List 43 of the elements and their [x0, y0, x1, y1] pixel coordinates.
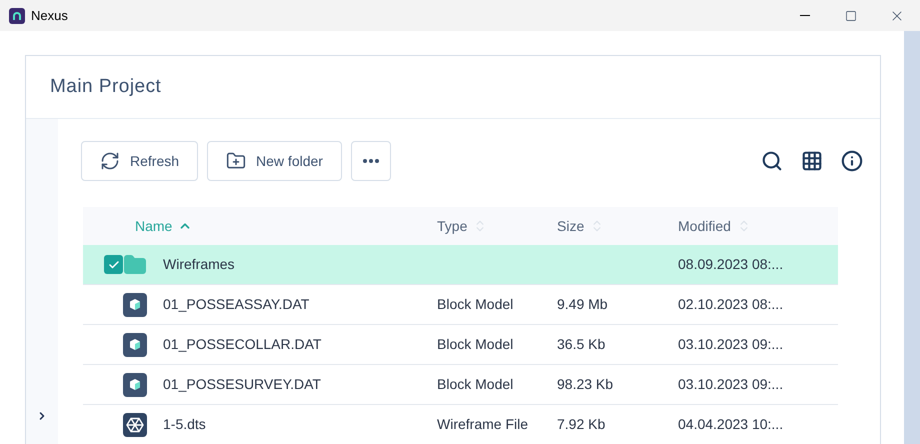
- table-cell: 9.49 Mb: [557, 296, 608, 312]
- window-title: Nexus: [31, 6, 68, 25]
- minimize-icon: [800, 15, 810, 16]
- table-cell: 7.92 Kb: [557, 416, 606, 432]
- file-name: 01_POSSECOLLAR.DAT: [163, 335, 322, 354]
- table-cell: 02.10.2023 08:...: [678, 296, 784, 312]
- refresh-icon: [100, 151, 120, 171]
- table-cell: Wireframe File: [437, 416, 528, 432]
- table-cell: 04.04.2023 10:...: [678, 416, 784, 432]
- more-icon: [362, 159, 379, 163]
- table-cell: 03.10.2023 09:...: [678, 336, 784, 352]
- grid-view-button[interactable]: [801, 150, 823, 172]
- cube-icon: [123, 372, 147, 396]
- file-name: 1-5.dts: [163, 415, 206, 434]
- table-cell: 08.09.2023 08:...: [678, 256, 784, 272]
- file-row[interactable]: Wireframes 08.09.2023 08:...: [83, 245, 838, 285]
- table-cell: 36.5 Kb: [557, 336, 606, 352]
- table-cell: 03.10.2023 09:...: [678, 376, 784, 392]
- file-name: 01_POSSESURVEY.DAT: [163, 375, 321, 394]
- table-cell: Block Model: [437, 336, 514, 352]
- folder-icon: [123, 252, 147, 276]
- table-cell: Block Model: [437, 296, 514, 312]
- column-header[interactable]: Modified: [678, 216, 837, 236]
- folder-plus-icon: [226, 151, 246, 171]
- cube-icon: [123, 292, 147, 316]
- project-title: Main Project: [50, 74, 162, 99]
- table-cell: 98.23 Kb: [557, 376, 614, 392]
- refresh-button[interactable]: Refresh: [81, 141, 198, 181]
- new-folder-button[interactable]: New folder: [207, 141, 342, 181]
- table-cell: Block Model: [437, 376, 514, 392]
- more-button[interactable]: [350, 141, 391, 181]
- wireframe-icon: [123, 412, 147, 436]
- file-name: 01_POSSEASSAY.DAT: [163, 295, 310, 314]
- maximize-icon: [845, 10, 857, 22]
- column-header[interactable]: Size: [557, 216, 678, 236]
- search-button[interactable]: [761, 150, 783, 172]
- app-logo-icon: [9, 8, 25, 24]
- check-icon: [108, 258, 120, 270]
- row-checkbox[interactable]: [104, 255, 123, 274]
- info-button[interactable]: [841, 150, 863, 172]
- column-header[interactable]: Type: [437, 216, 557, 236]
- cube-icon: [123, 332, 147, 356]
- file-name: Wireframes: [163, 255, 235, 274]
